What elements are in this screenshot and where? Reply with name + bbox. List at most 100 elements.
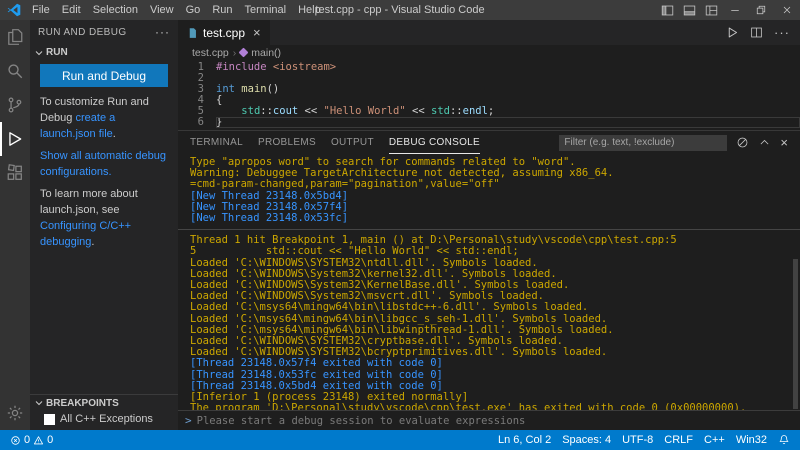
close-panel-icon[interactable]: ×: [780, 136, 788, 149]
run-section-header[interactable]: RUN: [30, 44, 178, 61]
learn-more-text: To learn more about launch.json, see Con…: [40, 187, 138, 248]
source-control-icon[interactable]: [0, 88, 30, 122]
customize-layout-icon[interactable]: [700, 0, 722, 20]
window-controls: [656, 0, 800, 20]
breadcrumb: test.cpp › main(): [178, 45, 800, 60]
activity-bar: [0, 20, 30, 430]
tab-label: test.cpp: [203, 25, 246, 40]
breakpoint-checkbox[interactable]: [44, 413, 55, 425]
run-or-debug-icon[interactable]: [726, 26, 739, 39]
customize-hint-text: To customize Run and Debug create a laun…: [40, 96, 149, 140]
run-and-debug-button[interactable]: Run and Debug: [40, 64, 168, 87]
sidebar-header: RUN AND DEBUG ···: [30, 20, 178, 44]
code-line: 1 #include <iostream>: [178, 62, 800, 73]
code-token: std: [241, 105, 261, 117]
status-bar-item[interactable]: C++: [704, 434, 725, 446]
line-number: 6: [197, 116, 204, 128]
code-token: <<: [298, 105, 324, 117]
cpp-debugging-docs-link[interactable]: Configuring C/C++ debugging: [40, 220, 131, 248]
error-icon: [11, 435, 20, 445]
panel-tab[interactable]: DEBUG CONSOLE: [388, 131, 481, 154]
console-scrollbar[interactable]: [793, 259, 798, 409]
code-token: std: [431, 105, 450, 117]
breakpoint-item-all-cpp-exceptions[interactable]: All C++ Exceptions: [30, 411, 178, 430]
code-token: }: [216, 116, 223, 128]
editor-tab-bar: test.cpp × ···: [178, 20, 800, 45]
problems-status[interactable]: 0 0: [10, 434, 53, 446]
code-line: 3 int main(): [178, 84, 800, 95]
breadcrumb-separator-icon: ›: [232, 46, 237, 59]
code-token: <<: [405, 105, 431, 117]
toggle-sidebar-icon[interactable]: [656, 0, 678, 20]
tab-test-cpp[interactable]: test.cpp ×: [178, 20, 270, 45]
code-line-content: int main(): [216, 84, 800, 95]
code-token: <iostream>: [272, 61, 337, 73]
panel-tab[interactable]: PROBLEMS: [258, 131, 316, 154]
console-line: [Thread 23148.0x57f4 exited with code 0]: [190, 357, 443, 370]
breadcrumb-symbol[interactable]: main(): [251, 47, 281, 59]
close-window-icon[interactable]: [774, 0, 800, 20]
status-bar: 0 0 Ln 6, Col 2 Spaces: 4 UTF-8 CRLF C++ Win3…: [0, 430, 800, 450]
editor-actions: ···: [726, 20, 800, 45]
restore-window-icon[interactable]: [748, 0, 774, 20]
console-filter-input[interactable]: [559, 134, 728, 151]
console-line: [178, 229, 800, 231]
status-bar-item[interactable]: Win32: [736, 434, 767, 446]
panel-tab[interactable]: OUTPUT: [331, 131, 374, 154]
close-tab-icon[interactable]: ×: [253, 26, 261, 39]
search-icon[interactable]: [0, 54, 30, 88]
chevron-down-icon: [35, 401, 43, 406]
status-bar-right: Ln 6, Col 2 Spaces: 4 UTF-8 CRLF C++ Win32: [498, 434, 767, 446]
sidebar-more-actions-icon[interactable]: ···: [155, 25, 170, 39]
sidebar-title: RUN AND DEBUG: [38, 26, 127, 38]
console-line: [New Thread 23148.0x53fc]: [190, 212, 349, 225]
panel-tab[interactable]: TERMINAL: [190, 131, 243, 154]
code-line: 5 std::cout << "Hello World" << std::end…: [178, 106, 800, 117]
code-token: main: [241, 83, 267, 95]
code-line-content: [216, 73, 800, 84]
editor-more-actions-icon[interactable]: ···: [774, 25, 790, 40]
breadcrumb-file[interactable]: test.cpp: [192, 47, 229, 59]
code-editor[interactable]: 1 #include <iostream> 2 3 int main() 4 {: [178, 60, 800, 130]
debug-console-output[interactable]: Type "apropos word" to search for comman…: [178, 154, 800, 410]
status-bar-item[interactable]: Ln 6, Col 2: [498, 434, 551, 446]
toggle-panel-icon[interactable]: [678, 0, 700, 20]
notifications-bell-icon[interactable]: [778, 434, 790, 446]
menu-item[interactable]: Run: [206, 0, 238, 20]
panel-tab-bar: TERMINAL PROBLEMS OUTPUT DEBUG CONSOLE ×: [178, 131, 800, 154]
code-token: ::: [449, 105, 463, 117]
clear-console-icon[interactable]: [736, 136, 749, 149]
status-bar-item[interactable]: CRLF: [664, 434, 693, 446]
debug-console-input[interactable]: [196, 414, 793, 427]
panel-tabs: TERMINAL PROBLEMS OUTPUT DEBUG CONSOLE: [190, 131, 495, 154]
code-token: #include: [216, 61, 267, 73]
maximize-panel-icon[interactable]: [758, 136, 771, 149]
split-editor-icon[interactable]: [750, 26, 763, 39]
vscode-logo-icon: [7, 3, 21, 17]
console-line: =cmd-param-changed,param="pagination",va…: [190, 178, 500, 191]
menu-item[interactable]: View: [144, 0, 180, 20]
minimize-window-icon[interactable]: [722, 0, 748, 20]
run-and-debug-icon[interactable]: [0, 122, 30, 156]
code-line: 6 }: [178, 117, 800, 128]
menu-item[interactable]: Selection: [87, 0, 144, 20]
menu-item[interactable]: File: [26, 0, 56, 20]
code-token: endl: [462, 105, 488, 117]
menu-item[interactable]: Terminal: [239, 0, 293, 20]
settings-gear-icon[interactable]: [0, 396, 30, 430]
breakpoints-section-header[interactable]: BREAKPOINTS: [30, 394, 178, 411]
menu-item[interactable]: Edit: [56, 0, 87, 20]
code-line-content: #include <iostream>: [216, 62, 800, 73]
cpp-file-icon: [189, 27, 196, 38]
explorer-icon[interactable]: [0, 20, 30, 54]
status-bar-item[interactable]: Spaces: 4: [562, 434, 611, 446]
status-bar-item[interactable]: UTF-8: [622, 434, 653, 446]
code-token: (): [266, 83, 280, 95]
console-line: The program 'D:\Personal\study\vscode\cp…: [190, 402, 747, 410]
window-title: test.cpp - cpp - Visual Studio Code: [315, 4, 485, 16]
menu-item[interactable]: Go: [180, 0, 207, 20]
show-debug-configs-link[interactable]: Show all automatic debug configurations.: [40, 150, 166, 178]
extensions-icon[interactable]: [0, 156, 30, 190]
symbol-method-icon: [238, 47, 249, 58]
